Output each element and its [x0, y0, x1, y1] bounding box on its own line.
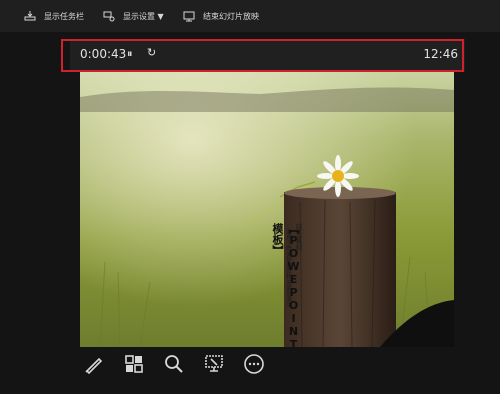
bottom-toolbar: [80, 350, 268, 384]
end-slideshow-button[interactable]: 结束幻灯片放映: [183, 8, 259, 24]
zoom-icon[interactable]: [160, 350, 188, 378]
screen-icon[interactable]: [200, 350, 228, 378]
display-settings-label: 显示设置 ▼: [123, 11, 164, 21]
display-settings-button[interactable]: 显示设置 ▼: [103, 8, 164, 24]
slide-title: 【POWEPOINT模板】: [271, 223, 300, 347]
reset-timer-icon[interactable]: ↻: [147, 46, 156, 59]
presenter-toolbar: 显示任务栏 显示设置 ▼ 结束幻灯片放映: [0, 0, 500, 32]
slide-title-block: 站长素材 适用于唯美梦幻及相关类别演示 【POWEPOINT模板】: [271, 223, 308, 347]
display-settings-icon: [103, 10, 115, 22]
current-slide: 站长素材 适用于唯美梦幻及相关类别演示 【POWEPOINT模板】: [80, 72, 454, 347]
end-slideshow-label: 结束幻灯片放映: [203, 11, 259, 21]
pen-icon[interactable]: [80, 350, 108, 378]
show-taskbar-label: 显示任务栏: [44, 11, 84, 21]
see-all-slides-icon[interactable]: [120, 350, 148, 378]
taskbar-icon: [24, 10, 36, 22]
current-time: 12:46: [423, 47, 458, 61]
more-options-icon[interactable]: [240, 350, 268, 378]
end-slideshow-icon: [183, 10, 195, 22]
slide-background: [80, 72, 454, 347]
elapsed-time: 0:00:43: [80, 47, 127, 61]
show-taskbar-button[interactable]: 显示任务栏: [24, 8, 84, 24]
pause-icon[interactable]: ⏸: [127, 47, 133, 61]
